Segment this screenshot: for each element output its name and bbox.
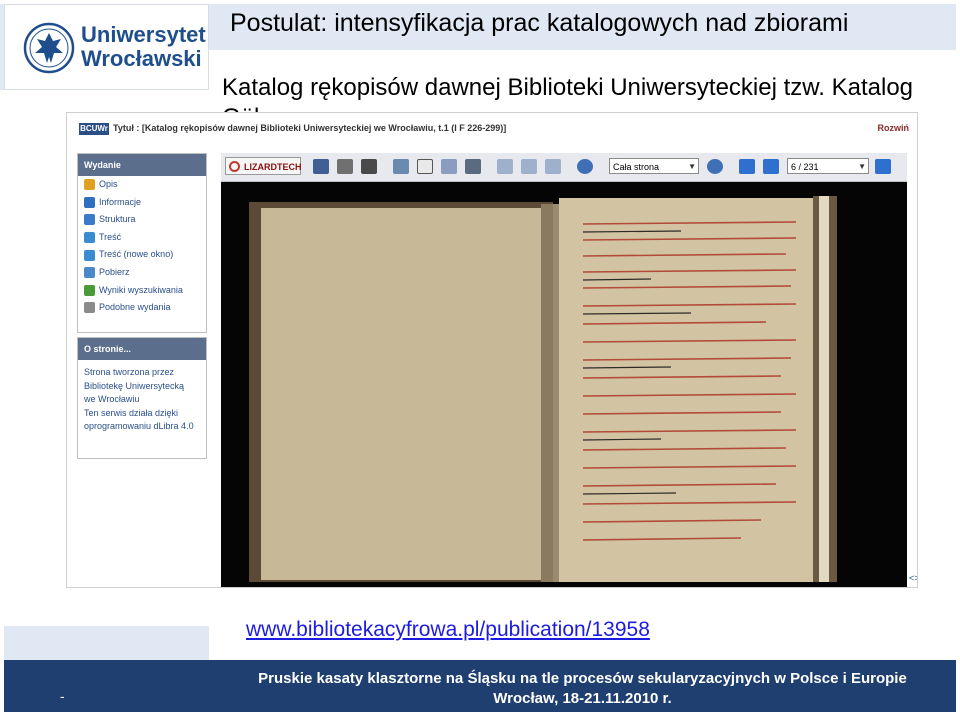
about-link[interactable]: oprogramowaniu dLibra 4.0 bbox=[84, 420, 200, 434]
edition-menu-item[interactable]: Pobierz bbox=[78, 264, 206, 282]
continuous-page-icon[interactable] bbox=[545, 159, 561, 174]
edition-panel: Wydanie Opis Informacje Struktura Treść Treś… bbox=[77, 153, 207, 333]
single-page-icon[interactable] bbox=[497, 159, 513, 174]
lizardtech-label: LIZARDTECH bbox=[244, 162, 302, 172]
edition-menu-item-label: Treść bbox=[99, 231, 122, 242]
first-page-icon[interactable] bbox=[739, 159, 755, 174]
edition-menu-item-label: Podobne wydania bbox=[99, 302, 171, 313]
footer-accent-strip bbox=[4, 626, 209, 660]
edition-panel-heading: Wydanie bbox=[78, 154, 206, 176]
edition-menu-item[interactable]: Wyniki wyszukiwania bbox=[78, 282, 206, 300]
logo-line-2: Wrocławski bbox=[81, 46, 202, 71]
zoom-in-icon[interactable] bbox=[577, 159, 593, 174]
lizardtech-icon bbox=[229, 161, 240, 172]
edition-menu-item-label: Treść (nowe okno) bbox=[99, 249, 174, 260]
previous-page-icon[interactable] bbox=[763, 159, 779, 174]
menu-item-icon bbox=[84, 249, 95, 261]
chevron-down-icon: ▼ bbox=[688, 162, 696, 171]
logo-text: Uniwersytet Wrocławski bbox=[81, 23, 206, 71]
edition-menu-item-label: Informacje bbox=[99, 196, 142, 207]
publication-title: Tytuł : [Katalog rękopisów dawnej Biblio… bbox=[113, 123, 507, 133]
slide-title: Postulat: intensyfikacja prac katalogowy… bbox=[230, 9, 849, 37]
thumbnails-icon[interactable] bbox=[465, 159, 481, 174]
screenshot-topbar: BCUWr Tytuł : [Katalog rękopisów dawnej … bbox=[67, 113, 917, 145]
footer-left-block bbox=[4, 660, 209, 712]
about-line: Ten serwis działa dzięki bbox=[84, 407, 179, 418]
document-viewer[interactable] bbox=[221, 182, 907, 587]
print-icon[interactable] bbox=[337, 159, 353, 174]
edition-menu-item[interactable]: Struktura bbox=[78, 211, 206, 229]
page-select-value: 6 / 231 bbox=[791, 162, 819, 172]
edition-menu-item[interactable]: Opis bbox=[78, 176, 206, 194]
eagle-emblem-icon bbox=[23, 22, 75, 74]
about-panel-heading: O stronie... bbox=[78, 338, 206, 360]
edition-menu-item[interactable]: Treść bbox=[78, 229, 206, 247]
university-logo: Uniwersytet Wrocławski bbox=[4, 4, 209, 90]
menu-item-icon bbox=[84, 196, 95, 208]
edition-menu-item[interactable]: Treść (nowe okno) bbox=[78, 246, 206, 264]
page-select[interactable]: 6 / 231 ▼ bbox=[787, 158, 869, 174]
zoom-out-icon[interactable] bbox=[707, 159, 723, 174]
publication-url-link[interactable]: www.bibliotekacyfrowa.pl/publication/139… bbox=[246, 618, 650, 642]
footer-conference-date: Wrocław, 18-21.11.2010 r. bbox=[493, 690, 672, 707]
zoom-select-value: Cała strona bbox=[613, 162, 660, 172]
logo-line-1: Uniwersytet bbox=[81, 22, 206, 47]
library-badge[interactable]: BCUWr bbox=[79, 123, 109, 135]
viewer-toolbar: LIZARDTECH Cała strona ▼ 6 / 231 ▼ bbox=[221, 153, 907, 182]
menu-item-icon bbox=[84, 179, 95, 191]
edition-menu: Opis Informacje Struktura Treść Treść (nowe … bbox=[78, 176, 206, 317]
edition-menu-item-label: Opis bbox=[99, 179, 118, 189]
edition-menu-item-label: Pobierz bbox=[99, 266, 130, 277]
chevron-down-icon: ▼ bbox=[858, 162, 866, 171]
manuscript-page-image bbox=[221, 182, 907, 587]
footer-dash: - bbox=[60, 688, 65, 704]
menu-item-icon bbox=[84, 284, 95, 296]
expand-viewer-icon[interactable]: <> bbox=[909, 573, 917, 583]
about-line: Strona tworzona przez bbox=[84, 367, 175, 377]
zoom-tool-icon[interactable] bbox=[441, 159, 457, 174]
two-page-icon[interactable] bbox=[521, 159, 537, 174]
lizardtech-logo[interactable]: LIZARDTECH bbox=[225, 157, 302, 175]
edition-menu-item[interactable]: Podobne wydania bbox=[78, 299, 206, 317]
menu-item-icon bbox=[84, 232, 95, 244]
menu-item-icon bbox=[84, 267, 95, 279]
menu-item-icon bbox=[84, 214, 95, 226]
binoculars-icon[interactable] bbox=[361, 159, 377, 174]
next-page-icon[interactable] bbox=[875, 159, 891, 174]
about-link[interactable]: we Wrocławiu bbox=[84, 393, 200, 407]
menu-item-icon bbox=[84, 302, 95, 314]
edition-menu-item-label: Wyniki wyszukiwania bbox=[99, 284, 183, 295]
expand-link[interactable]: Rozwiń bbox=[878, 123, 910, 133]
save-icon[interactable] bbox=[313, 159, 329, 174]
about-panel: O stronie... Strona tworzona przez Bibli… bbox=[77, 337, 207, 459]
text-select-icon[interactable] bbox=[417, 159, 433, 174]
zoom-select[interactable]: Cała strona ▼ bbox=[609, 158, 699, 174]
digital-library-screenshot: BCUWr Tytuł : [Katalog rękopisów dawnej … bbox=[66, 112, 918, 588]
about-link[interactable]: Bibliotekę Uniwersytecką bbox=[84, 380, 200, 394]
edition-menu-item[interactable]: Informacje bbox=[78, 194, 206, 212]
edition-menu-item-label: Struktura bbox=[99, 214, 136, 225]
hand-pan-icon[interactable] bbox=[393, 159, 409, 174]
footer-conference-title: Pruskie kasaty klasztorne na Śląsku na t… bbox=[258, 670, 907, 687]
about-text: Strona tworzona przez Bibliotekę Uniwers… bbox=[78, 360, 206, 434]
